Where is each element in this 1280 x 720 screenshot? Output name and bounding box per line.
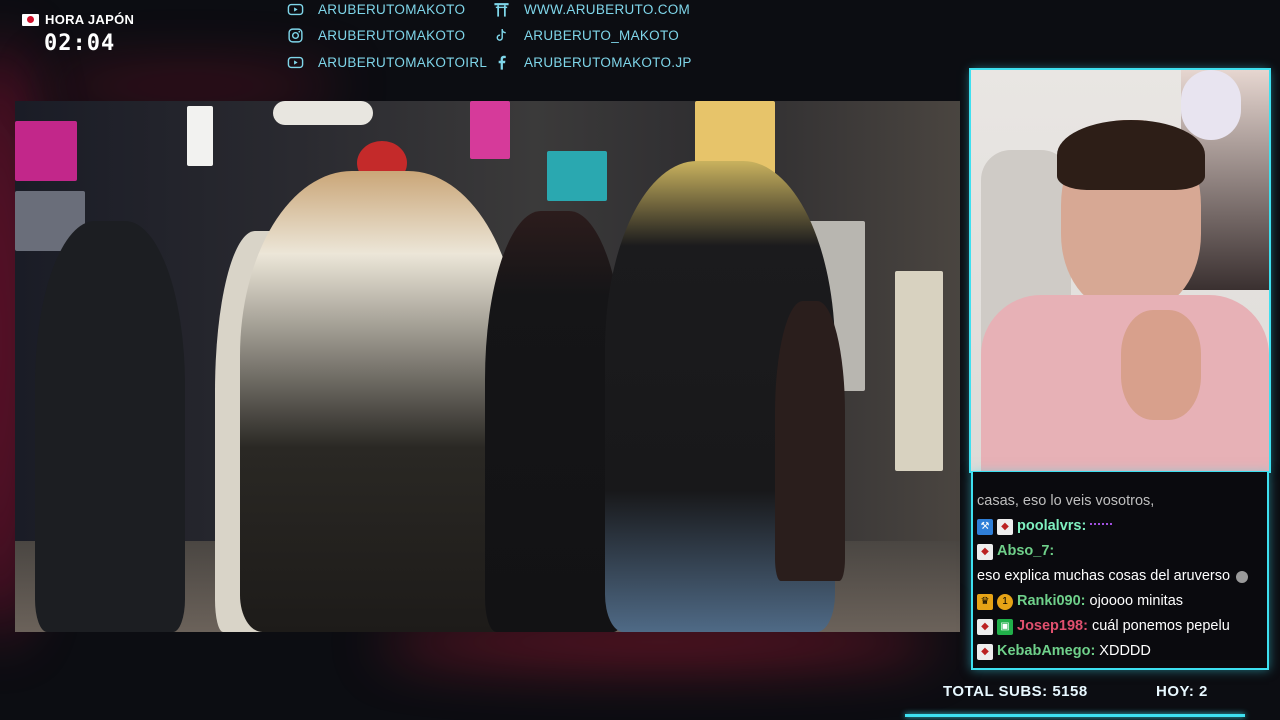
- plush-toy: [1181, 70, 1241, 140]
- main-video[interactable]: [15, 101, 960, 632]
- gift-icon: ▣: [997, 618, 1013, 635]
- chat-text: eso explica muchas cosas del aruverso: [977, 568, 1231, 584]
- chat-username[interactable]: Josep198:: [1017, 614, 1088, 639]
- stats-underline: [905, 714, 1245, 717]
- social-label: ARUBERUTOMAKOTOIRL: [318, 55, 488, 70]
- chat-message: ⚒ ◆ poolalvrs:: [977, 514, 1263, 539]
- chat-text: cuál ponemos pepelu: [1091, 618, 1230, 634]
- social-label: ARUBERUTOMAKOTO: [318, 28, 466, 43]
- webcam-feed: [971, 70, 1269, 471]
- youtube-icon: [287, 54, 304, 71]
- chat-panel: casas, eso lo veis vosotros, ⚒ ◆ poolalv…: [971, 472, 1269, 670]
- social-links: ARUBERUTOMAKOTO ARUBERUTOMAKOTO ARUBERUT…: [287, 0, 707, 78]
- social-instagram[interactable]: ARUBERUTOMAKOTO: [287, 27, 465, 44]
- chat-text: XDDDD: [1099, 643, 1151, 659]
- total-subs: TOTAL SUBS: 5158: [943, 683, 1088, 700]
- fox-mask-icon: ◆: [997, 518, 1013, 535]
- person-backpack: [35, 221, 185, 632]
- teal-sign: [547, 151, 607, 201]
- neon-sign: [15, 121, 77, 181]
- sub-stats: TOTAL SUBS: 5158 HOY: 2: [905, 683, 1245, 717]
- shrine-gate-icon: [493, 1, 510, 18]
- tiktok-icon: [493, 27, 510, 44]
- clock-label: HORA JAPÓN: [45, 12, 135, 27]
- japan-clock: HORA JAPÓN 02:04: [22, 12, 134, 56]
- social-facebook[interactable]: ARUBERUTOMAKOTO.JP: [493, 54, 692, 71]
- chat-text: ojoooo minitas: [1089, 593, 1184, 609]
- tool-badge-icon: ⚒: [977, 518, 993, 535]
- youtube-icon: [287, 1, 304, 18]
- facebook-icon: [493, 54, 510, 71]
- social-tiktok[interactable]: ARUBERUTO_MAKOTO: [493, 27, 679, 44]
- social-website[interactable]: WWW.ARUBERUTO.COM: [493, 1, 690, 18]
- fox-mask-icon: ◆: [977, 618, 993, 635]
- instagram-icon: [287, 27, 304, 44]
- chat-username[interactable]: poolalvrs:: [1017, 514, 1086, 539]
- emote-icon: [1090, 522, 1113, 531]
- chat-message: ◆ ▣ Josep198: cuál ponemos pepelu: [977, 614, 1263, 639]
- person-black-dress: [485, 211, 625, 632]
- chat-line-partial: casas, eso lo veis vosotros,: [977, 493, 1155, 509]
- pink-sign: [470, 101, 510, 159]
- crown-icon: ♛: [977, 593, 993, 610]
- social-label: WWW.ARUBERUTO.COM: [524, 2, 691, 17]
- fox-mask-icon: ◆: [977, 543, 993, 560]
- person-patterned-shirt: [240, 171, 520, 632]
- social-youtube-irl[interactable]: ARUBERUTOMAKOTOIRL: [287, 54, 487, 71]
- light-sign: [187, 106, 213, 166]
- social-label: ARUBERUTO_MAKOTO: [524, 28, 680, 43]
- fox-mask-icon: ◆: [977, 643, 993, 660]
- chat-message: ◆ KebabAmego: XDDDD: [977, 639, 1263, 664]
- today-subs: HOY: 2: [1156, 683, 1208, 700]
- person-background: [775, 301, 845, 581]
- chat-message: ♛ 1 Ranki090: ojoooo minitas: [977, 589, 1263, 614]
- social-label: ARUBERUTOMAKOTO: [318, 2, 466, 17]
- japan-flag-icon: [22, 13, 39, 26]
- social-youtube-main[interactable]: ARUBERUTOMAKOTO: [287, 1, 465, 18]
- streamer-hand: [1121, 310, 1201, 420]
- chat-username[interactable]: Ranki090:: [1017, 589, 1086, 614]
- coin-icon: 1: [997, 593, 1013, 610]
- chat-message: ◆ Abso_7: eso explica muchas cosas del a…: [977, 539, 1263, 589]
- chat-username[interactable]: KebabAmego:: [997, 639, 1095, 664]
- big-mouth-sign: [895, 271, 943, 471]
- emote-icon: [1236, 570, 1249, 583]
- clock-time: 02:04: [44, 31, 116, 56]
- streamer-hair: [1057, 120, 1205, 190]
- social-label: ARUBERUTOMAKOTO.JP: [524, 55, 692, 70]
- chat-username[interactable]: Abso_7:: [997, 539, 1054, 564]
- lamp: [273, 101, 373, 125]
